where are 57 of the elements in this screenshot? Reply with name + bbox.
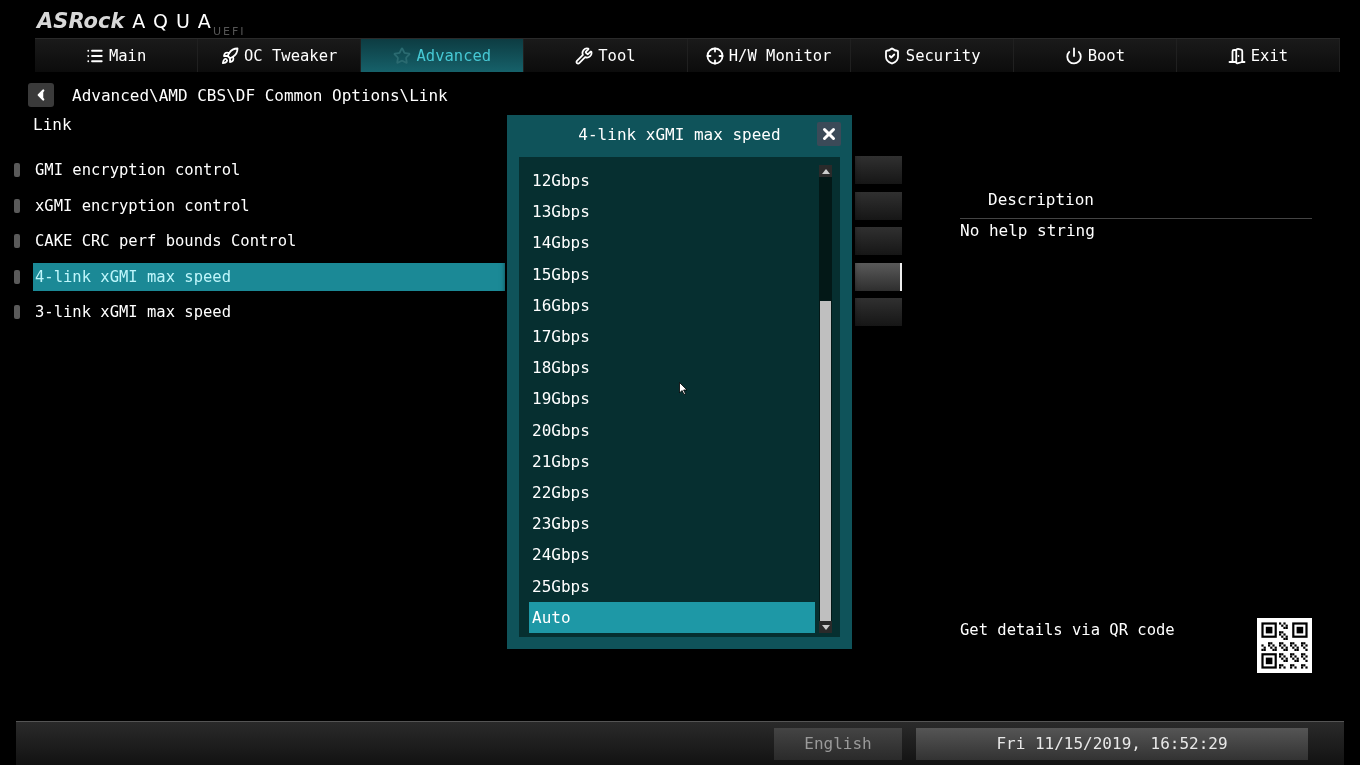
- close-button[interactable]: [817, 122, 841, 146]
- page-title: Link: [33, 115, 72, 134]
- option-item[interactable]: 25Gbps: [529, 570, 815, 602]
- option-item[interactable]: 19Gbps: [529, 383, 815, 415]
- option-item[interactable]: 14Gbps: [529, 227, 815, 259]
- setting-item[interactable]: 4-link xGMI max speed: [33, 262, 505, 291]
- qr-code-icon: [1257, 618, 1312, 673]
- option-item[interactable]: 22Gbps: [529, 476, 815, 509]
- mouse-cursor-icon: [679, 382, 688, 395]
- breadcrumb-path: Advanced\AMD CBS\DF Common Options\Link: [72, 85, 448, 105]
- language-button[interactable]: English: [774, 727, 902, 760]
- setting-item[interactable]: 3-link xGMI max speed: [33, 298, 505, 326]
- close-icon: [820, 125, 838, 143]
- setting-item[interactable]: GMI encryption control: [33, 156, 505, 184]
- shield-icon: [882, 46, 901, 65]
- setting-item[interactable]: CAKE CRC perf bounds Control: [33, 227, 505, 255]
- option-item[interactable]: 16Gbps: [529, 289, 815, 321]
- dialog-title: 4-link xGMI max speed: [578, 124, 781, 144]
- option-item[interactable]: 12Gbps: [529, 165, 815, 197]
- scrollbar[interactable]: [819, 165, 832, 633]
- menu-tab[interactable]: Advanced: [361, 39, 525, 72]
- option-item[interactable]: 15Gbps: [529, 258, 815, 290]
- menu-tab[interactable]: Tool: [524, 39, 688, 72]
- option-item[interactable]: 21Gbps: [529, 445, 815, 477]
- back-button[interactable]: [28, 83, 54, 107]
- row-marker: [14, 163, 20, 177]
- row-marker: [14, 234, 20, 248]
- logo-brand: ASRock: [37, 10, 125, 32]
- scroll-up-icon[interactable]: [819, 165, 832, 177]
- qr-caption: Get details via QR code: [960, 621, 1175, 639]
- wrench-icon: [575, 46, 594, 65]
- option-item[interactable]: 18Gbps: [529, 352, 815, 384]
- option-item[interactable]: 23Gbps: [529, 508, 815, 540]
- description-heading: Description: [987, 190, 1095, 211]
- row-marker: [14, 198, 20, 213]
- menu-tab[interactable]: Boot: [1013, 39, 1177, 72]
- row-marker: [14, 269, 20, 284]
- crosshair-icon: [705, 46, 724, 65]
- setting-value-box[interactable]: [855, 262, 902, 291]
- menu-tab[interactable]: Security: [850, 39, 1014, 72]
- date-time-display: Fri 11/15/2019, 16:52:29: [916, 727, 1308, 760]
- scroll-down-icon[interactable]: [819, 621, 832, 633]
- option-item[interactable]: 24Gbps: [529, 539, 815, 571]
- star-icon: [393, 46, 412, 65]
- power-icon: [1064, 46, 1083, 65]
- option-item[interactable]: 17Gbps: [529, 320, 815, 353]
- row-marker: [14, 305, 20, 319]
- menu-tab[interactable]: Main: [35, 39, 199, 72]
- option-item[interactable]: 20Gbps: [529, 414, 815, 446]
- setting-item[interactable]: xGMI encryption control: [33, 191, 505, 220]
- menu-tab[interactable]: Exit: [1176, 39, 1340, 72]
- description-text: No help string: [960, 221, 1096, 240]
- option-item[interactable]: 13Gbps: [529, 196, 815, 228]
- scroll-thumb[interactable]: [820, 301, 831, 621]
- door-icon: [1227, 46, 1246, 65]
- menu-tab[interactable]: H/W Monitor: [687, 39, 851, 72]
- rocket-icon: [221, 46, 239, 65]
